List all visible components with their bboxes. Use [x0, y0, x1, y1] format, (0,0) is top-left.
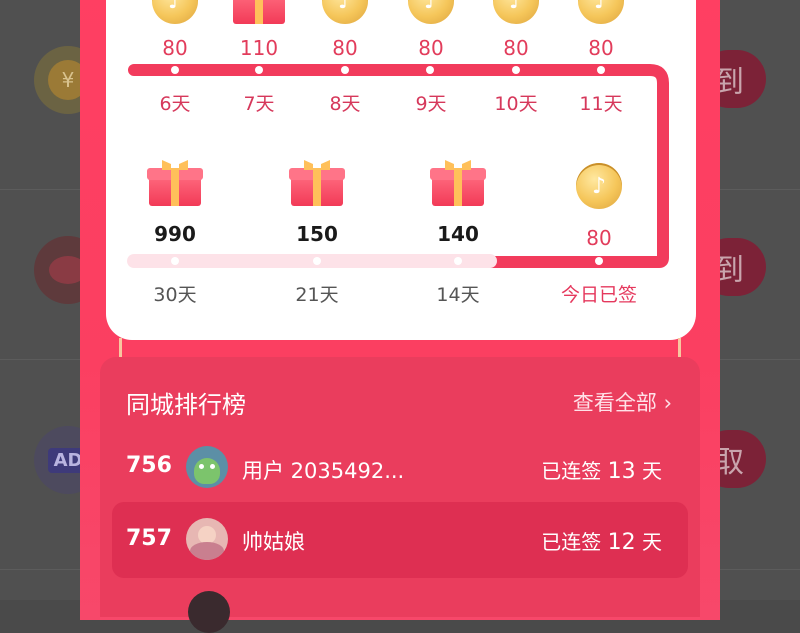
- city-leaderboard: 同城排行榜 查看全部 › 756 用户 2035492... 已连签 13 天 …: [100, 357, 700, 633]
- reward-day-8: ♪ 80: [300, 0, 390, 60]
- progress-dot: [595, 257, 603, 265]
- day-label: 7天: [243, 93, 275, 115]
- reward-today: ♪ 80: [554, 163, 644, 250]
- rank-number: 757: [126, 526, 172, 551]
- reward-day-9: ♪ 80: [386, 0, 476, 60]
- gift-box-icon: [430, 160, 486, 206]
- see-all-link[interactable]: 查看全部 ›: [573, 387, 672, 417]
- reward-amount: 140: [437, 222, 479, 246]
- reward-amount: 80: [332, 36, 358, 60]
- reward-amount: 80: [162, 36, 188, 60]
- reward-day-6: ♪ 80: [130, 0, 220, 60]
- reward-amount: 150: [296, 222, 338, 246]
- day-label: 14天: [436, 284, 480, 306]
- streak-prefix: 已连签: [541, 530, 602, 554]
- day-label: 10天: [494, 93, 538, 115]
- progress-dot: [426, 66, 434, 74]
- streak-days: 13: [607, 459, 636, 484]
- gift-box-icon: [147, 160, 203, 206]
- avatar: [188, 591, 230, 633]
- music-coin-icon: ♪: [493, 0, 539, 24]
- reward-day-7: 110: [214, 0, 304, 60]
- day-label: 8天: [329, 93, 361, 115]
- day-label: 30天: [153, 284, 197, 306]
- reward-day-21: 150: [272, 160, 362, 246]
- rank-number: 756: [126, 453, 172, 478]
- progress-dot: [313, 257, 321, 265]
- reward-day-11: ♪ 80: [556, 0, 646, 60]
- streak-text: 已连签 12 天: [541, 526, 662, 555]
- reward-day-30: 990: [130, 160, 220, 246]
- day-label: 6天: [159, 93, 191, 115]
- reward-day-14: 140: [413, 160, 503, 246]
- user-name: 用户 2035492...: [242, 459, 405, 483]
- streak-text: 已连签 13 天: [541, 455, 662, 484]
- progress-dot: [341, 66, 349, 74]
- gift-box-icon: [231, 0, 287, 24]
- day-label: 9天: [415, 93, 447, 115]
- reward-amount: 80: [588, 36, 614, 60]
- progress-dot: [255, 66, 263, 74]
- streak-unit: 天: [642, 530, 662, 554]
- avatar: [186, 446, 228, 488]
- music-coin-icon: ♪: [408, 0, 454, 24]
- leaderboard-title: 同城排行榜: [126, 391, 246, 419]
- music-coin-icon: ♪: [322, 0, 368, 24]
- avatar: [186, 518, 228, 560]
- leaderboard-row[interactable]: 756 用户 2035492... 已连签 13 天: [112, 429, 688, 505]
- progress-dot: [454, 257, 462, 265]
- streak-days: 12: [607, 530, 636, 555]
- reward-amount: 110: [239, 36, 279, 60]
- progress-dot: [597, 66, 605, 74]
- reward-day-10: ♪ 80: [471, 0, 561, 60]
- reward-amount: 80: [586, 226, 612, 250]
- music-coin-icon: ♪: [152, 0, 198, 24]
- music-coin-icon: ♪: [578, 0, 624, 24]
- reward-amount: 80: [418, 36, 444, 60]
- progress-dot: [512, 66, 520, 74]
- leaderboard-row-current[interactable]: 757 帅姑娘 已连签 12 天: [112, 502, 688, 578]
- reward-amount: 990: [154, 222, 196, 246]
- streak-unit: 天: [642, 459, 662, 483]
- progress-dot: [171, 66, 179, 74]
- streak-prefix: 已连签: [541, 459, 602, 483]
- progress-dot: [171, 257, 179, 265]
- day-label: 11天: [579, 93, 623, 115]
- day-label: 21天: [295, 284, 339, 306]
- gift-box-icon: [289, 160, 345, 206]
- user-name: 帅姑娘: [242, 530, 305, 554]
- music-coin-icon: ♪: [576, 163, 622, 209]
- today-signed-label: 今日已签: [560, 284, 637, 306]
- reward-amount: 80: [503, 36, 529, 60]
